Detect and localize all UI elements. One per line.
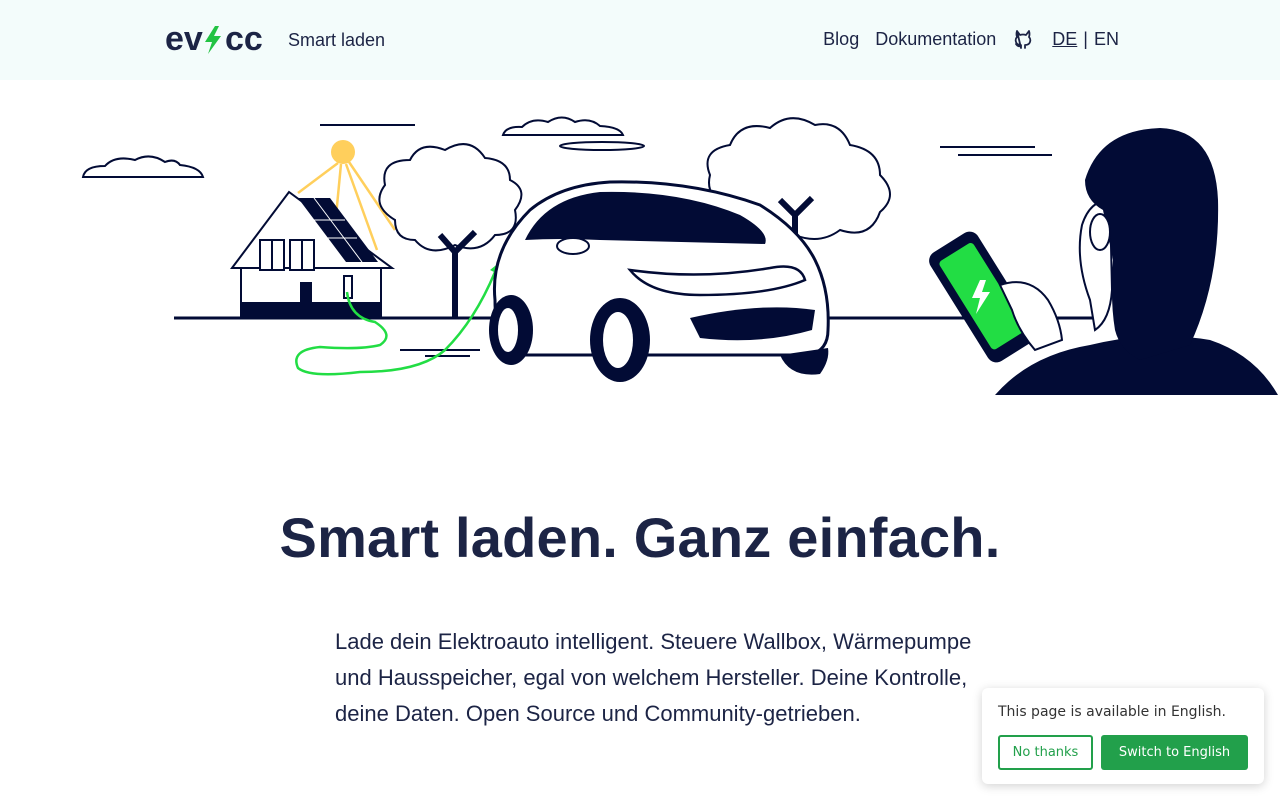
logo-text-cc: cc [225, 22, 263, 56]
tree-icon [378, 143, 523, 252]
intro-paragraph: Lade dein Elektroauto intelligent. Steue… [335, 629, 972, 726]
house-icon [230, 190, 396, 319]
switch-to-english-button[interactable]: Switch to English [1101, 735, 1248, 770]
site-header: ev cc Smart laden Blog Dokumentation DE … [0, 0, 1280, 80]
nav-link-docs[interactable]: Dokumentation [875, 29, 996, 50]
lang-switch-en[interactable]: EN [1094, 29, 1119, 50]
logo-text-ev: ev [165, 22, 203, 56]
popup-message: This page is available in English. [998, 704, 1226, 720]
lang-switch-de[interactable]: DE [1052, 29, 1077, 50]
site-tagline: Smart laden [288, 30, 386, 50]
smartphone-icon [929, 231, 1064, 363]
person-illustration [995, 128, 1278, 395]
lang-separator: | [1083, 28, 1088, 49]
sun-icon [331, 140, 355, 164]
nav-link-blog[interactable]: Blog [823, 29, 859, 50]
cloud-icon [501, 116, 625, 136]
evcc-logo-mark: ev cc [165, 20, 263, 58]
language-suggestion-popup: This page is available in English. No th… [982, 688, 1264, 784]
cloud-icon [81, 155, 205, 178]
evcc-logo[interactable]: ev cc [165, 20, 269, 58]
github-icon[interactable] [1012, 28, 1034, 50]
page-headline: Smart laden. Ganz einfach. [279, 506, 1001, 569]
illustration-ev-charging [81, 116, 1278, 395]
main-nav: Blog Dokumentation DE | EN [823, 28, 1119, 50]
logo-bolt-icon [205, 26, 221, 54]
cloud-icon [559, 141, 645, 151]
no-thanks-button[interactable]: No thanks [998, 735, 1093, 770]
hero-illustration [0, 100, 1280, 400]
